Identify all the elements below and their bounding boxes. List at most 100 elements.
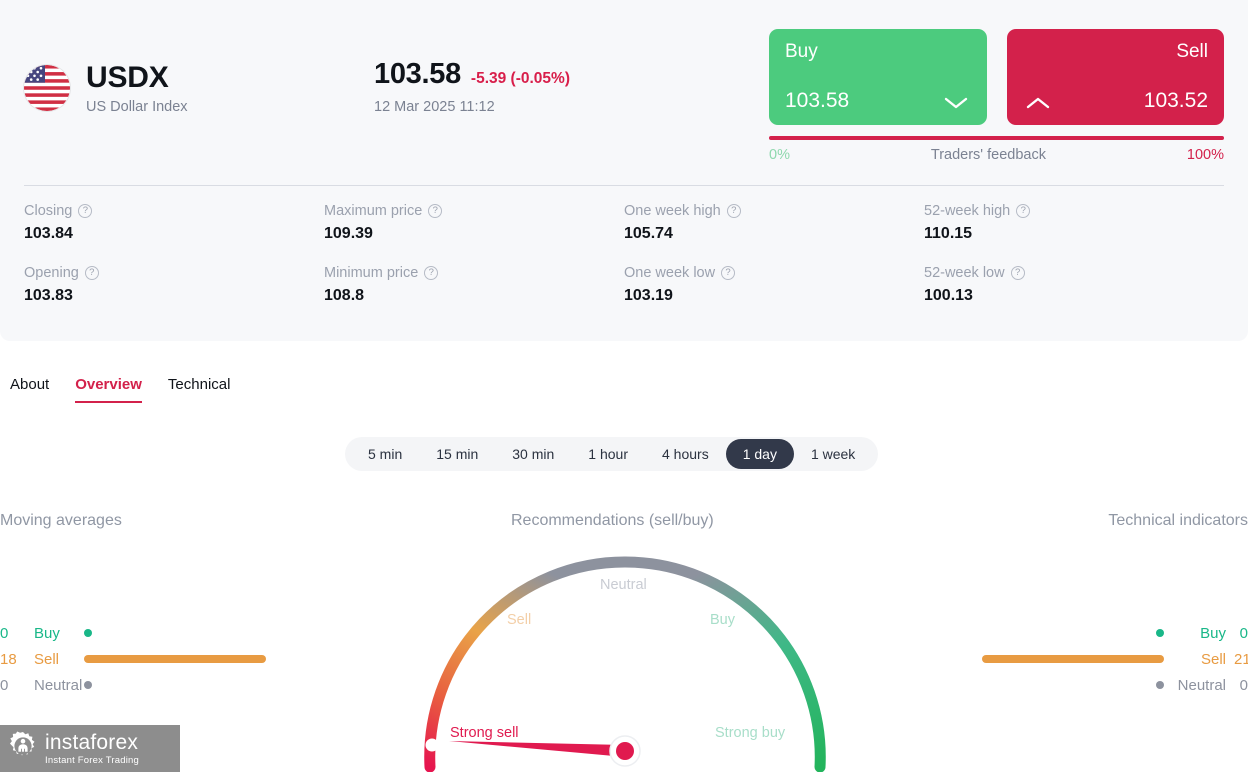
- technical-indicators-panel: Buy 0 Sell 21 Neutral 0: [982, 620, 1248, 698]
- buy-label: Buy: [785, 41, 818, 62]
- info-icon[interactable]: ?: [726, 204, 741, 218]
- moving-averages-title: Moving averages: [0, 512, 122, 529]
- stat-cell: 52-week low? 100.13: [924, 265, 1224, 305]
- ma-sell-count: 18: [0, 650, 17, 668]
- info-icon[interactable]: ?: [78, 204, 93, 218]
- timeframe-1-hour[interactable]: 1 hour: [571, 439, 645, 469]
- chevron-down-icon: [943, 95, 969, 111]
- timeframe-selector: 5 min 15 min 30 min 1 hour 4 hours 1 day…: [345, 437, 879, 471]
- timeframe-30-min[interactable]: 30 min: [495, 439, 571, 469]
- recommendations-gauge: Strong sell Sell Neutral Buy Strong buy: [415, 545, 835, 772]
- gauge-label-strong-buy: Strong buy: [715, 725, 786, 741]
- ma-sell-bar: [84, 655, 266, 663]
- stat-cell: Closing? 103.84: [24, 203, 324, 243]
- feedback-buy-percent: 0%: [769, 147, 790, 163]
- section-tabs: About Overview Technical: [10, 376, 230, 403]
- gauge-label-neutral: Neutral: [600, 577, 647, 593]
- ti-neutral-bar: [1156, 681, 1164, 689]
- stat-label: 52-week high: [924, 203, 1011, 219]
- sell-label: Sell: [1176, 41, 1208, 62]
- info-icon[interactable]: ?: [84, 266, 99, 280]
- recommendations-title: Recommendations (sell/buy): [511, 512, 714, 529]
- stat-label: Closing: [24, 203, 73, 219]
- moving-averages-panel: 0 Buy 18 Sell 0 Neutral: [0, 620, 266, 698]
- stat-cell: One week high? 105.74: [624, 203, 924, 243]
- stat-cell: Minimum price? 108.8: [324, 265, 624, 305]
- sell-price: 103.52: [1143, 89, 1208, 112]
- stat-label: Minimum price: [324, 265, 419, 281]
- instrument-name: US Dollar Index: [86, 98, 188, 115]
- gauge-active-tick: [425, 738, 439, 752]
- watermark-tagline: Instant Forex Trading: [45, 754, 139, 766]
- price-change: -5.39 (-0.05%): [470, 70, 570, 87]
- gauge-hub: [616, 742, 634, 760]
- ma-neutral-count: 0: [0, 676, 9, 694]
- ti-sell-bar: [982, 655, 1164, 663]
- ma-buy-bar: [84, 629, 92, 637]
- ti-neutral-label: Neutral: [1177, 676, 1226, 694]
- ti-neutral-count: 0: [1239, 676, 1248, 694]
- ti-sell-count: 21: [1234, 650, 1248, 668]
- ti-buy-label: Buy: [1200, 624, 1226, 642]
- info-icon[interactable]: ?: [721, 266, 736, 280]
- timeframe-5-min[interactable]: 5 min: [351, 439, 419, 469]
- stat-label: One week low: [624, 265, 716, 281]
- symbol-block: USDX US Dollar Index: [24, 62, 188, 115]
- stat-label: Opening: [24, 265, 79, 281]
- ti-row-sell: Sell 21: [982, 646, 1248, 672]
- ma-buy-label: Buy: [34, 624, 60, 642]
- stat-value: 110.15: [924, 225, 973, 242]
- us-flag-icon: [24, 65, 70, 112]
- ti-row-neutral: Neutral 0: [982, 672, 1248, 698]
- stat-value: 109.39: [324, 225, 373, 242]
- stat-label: One week high: [624, 203, 721, 219]
- stat-value: 100.13: [924, 287, 973, 304]
- stat-value: 105.74: [624, 225, 673, 242]
- traders-feedback-label: Traders' feedback: [930, 147, 1046, 163]
- sell-button[interactable]: Sell 103.52: [1006, 29, 1224, 125]
- ti-buy-bar: [1156, 629, 1164, 637]
- instrument-header-card: USDX US Dollar Index 103.58 -5.39 (-0.05…: [0, 0, 1248, 341]
- instaforex-watermark: instaforex Instant Forex Trading: [0, 725, 180, 772]
- quote-page: USDX US Dollar Index 103.58 -5.39 (-0.05…: [0, 0, 1248, 772]
- timeframe-1-day[interactable]: 1 day: [725, 439, 794, 469]
- ma-row-buy: 0 Buy: [0, 620, 266, 646]
- stat-cell: Maximum price? 109.39: [324, 203, 624, 243]
- gauge-needle: [449, 741, 625, 757]
- gauge-label-sell: Sell: [507, 612, 532, 628]
- technical-indicators-title: Technical indicators: [1108, 512, 1248, 529]
- gauge-label-strong-sell: Strong sell: [450, 725, 519, 741]
- instaforex-logo-icon: [8, 731, 38, 766]
- ti-buy-count: 0: [1239, 624, 1248, 642]
- buy-price: 103.58: [785, 89, 850, 112]
- timeframe-4-hours[interactable]: 4 hours: [645, 439, 726, 469]
- timeframe-1-week[interactable]: 1 week: [794, 439, 872, 469]
- gauge-label-buy: Buy: [710, 612, 735, 628]
- info-icon[interactable]: ?: [424, 266, 439, 280]
- instrument-ticker: USDX: [86, 61, 169, 94]
- stat-value: 103.19: [624, 287, 673, 304]
- ma-sell-label: Sell: [34, 650, 60, 668]
- stat-value: 103.83: [24, 287, 73, 304]
- ma-row-sell: 18 Sell: [0, 646, 266, 672]
- tab-about[interactable]: About: [10, 376, 49, 403]
- tab-overview[interactable]: Overview: [75, 376, 142, 403]
- traders-feedback-bar: [769, 136, 1224, 140]
- info-icon[interactable]: ?: [1010, 266, 1025, 280]
- header-divider: [24, 185, 1224, 186]
- ma-row-neutral: 0 Neutral: [0, 672, 266, 698]
- stat-value: 108.8: [324, 287, 365, 304]
- info-icon[interactable]: ?: [428, 204, 443, 218]
- info-icon[interactable]: ?: [1016, 204, 1031, 218]
- current-price: 103.58: [374, 58, 461, 90]
- timeframe-15-min[interactable]: 15 min: [419, 439, 495, 469]
- ti-row-buy: Buy 0: [982, 620, 1248, 646]
- ma-buy-count: 0: [0, 624, 9, 642]
- stat-label: 52-week low: [924, 265, 1005, 281]
- ma-neutral-bar: [84, 681, 92, 689]
- quote-timestamp: 12 Mar 2025 11:12: [374, 99, 495, 115]
- tab-technical[interactable]: Technical: [168, 376, 231, 403]
- stat-cell: Opening? 103.83: [24, 265, 324, 305]
- watermark-brand: instaforex: [45, 730, 139, 754]
- buy-button[interactable]: Buy 103.58: [769, 29, 987, 125]
